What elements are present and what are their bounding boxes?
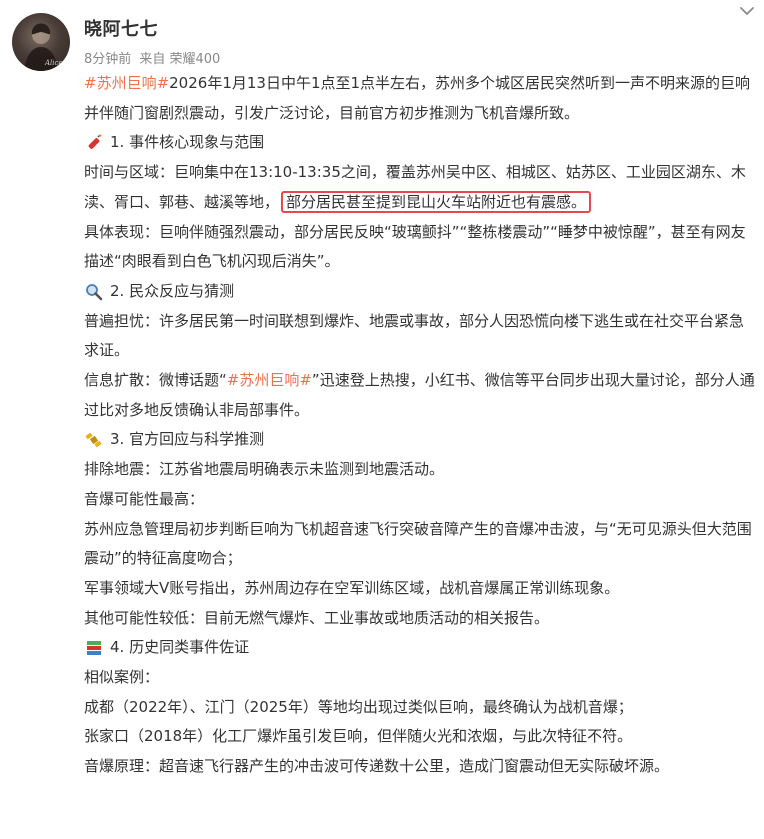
firecracker-icon (84, 133, 104, 153)
section-title-4: 4. 历史同类事件佐证 (110, 638, 250, 657)
source-prefix: 来自 (139, 52, 166, 67)
post-time[interactable]: 8分钟前 (84, 52, 131, 67)
post-content: #苏州巨响#2026年1月13日中午1点至1点半左右，苏州多个城区居民突然听到一… (84, 69, 756, 782)
section2-line1: 普遍担忧：许多居民第一时间联想到爆炸、地震或事故，部分人因恐慌向楼下逃生或在社交… (84, 311, 745, 360)
hashtag-link[interactable]: #苏州巨响# (84, 74, 169, 92)
chevron-down-icon[interactable] (736, 2, 758, 22)
section-title-2: 2. 民众反应与猜测 (110, 281, 235, 300)
section1-line1: 时间与区域：巨响集中在13:10-13:35之间，覆盖苏州吴中区、相城区、姑苏区… (84, 158, 756, 217)
section-heading-1: 1. 事件核心现象与范围 (84, 128, 756, 158)
intro-paragraph: #苏州巨响#2026年1月13日中午1点至1点半左右，苏州多个城区居民突然听到一… (84, 69, 756, 128)
source-device[interactable]: 荣耀400 (169, 52, 220, 67)
avatar[interactable]: Alice (12, 13, 70, 71)
highlighted-text: 部分居民甚至提到昆山火车站附近也有震感。 (281, 190, 592, 213)
section2-line2-prefix: 信息扩散：微博话题“ (84, 371, 227, 390)
section3-line3: 苏州应急管理局初步判断巨响为飞机超音速飞行突破音障产生的音爆冲击波，与“无可见源… (84, 519, 752, 568)
post-meta: 8分钟前 来自 荣耀400 (84, 48, 224, 67)
section-heading-3: 3. 官方回应与科学推测 (84, 425, 756, 455)
section1-line2: 具体表现：巨响伴随强烈震动，部分居民反映“玻璃颤抖”“整栋楼震动”“睡梦中被惊醒… (84, 222, 746, 271)
books-icon (84, 638, 104, 658)
section-title-3: 3. 官方回应与科学推测 (110, 430, 265, 449)
intro-text: 2026年1月13日中午1点至1点半左右，苏州多个城区居民突然听到一声不明来源的… (84, 74, 751, 122)
section4-line1: 相似案例： (84, 668, 160, 687)
section4-line2: 成都（2022年）、江门（2025年）等地均出现过类似巨响，最终确认为战机音爆； (84, 697, 633, 716)
satellite-icon (84, 430, 104, 450)
section4-line4: 音爆原理：超音速飞行器产生的冲击波可传递数十公里，造成门窗震动但无实际破坏源。 (84, 757, 670, 776)
magnifier-icon (84, 282, 104, 302)
section-heading-2: 2. 民众反应与猜测 (84, 277, 756, 307)
section3-line4: 军事领域大V账号指出，苏州周边存在空军训练区域，战机音爆属正常训练现象。 (84, 578, 620, 597)
section3-line2: 音爆可能性最高： (84, 489, 205, 508)
section2-line2: 信息扩散：微博话题“#苏州巨响#”迅速登上热搜，小红书、微信等平台同步出现大量讨… (84, 366, 756, 425)
section3-line1: 排除地震：江苏省地震局明确表示未监测到地震活动。 (84, 460, 445, 479)
section4-line3: 张家口（2018年）化工厂爆炸虽引发巨响，但伴随火光和浓烟，与此次特征不符。 (84, 727, 633, 746)
username[interactable]: 晓阿七七 (84, 15, 158, 41)
section3-line5: 其他可能性较低：目前无燃气爆炸、工业事故或地质活动的相关报告。 (84, 608, 550, 627)
svg-text:Alice: Alice (44, 59, 63, 67)
hashtag-link-inline[interactable]: #苏州巨响# (227, 371, 312, 389)
section-heading-4: 4. 历史同类事件佐证 (84, 633, 756, 663)
section-title-1: 1. 事件核心现象与范围 (110, 133, 265, 152)
